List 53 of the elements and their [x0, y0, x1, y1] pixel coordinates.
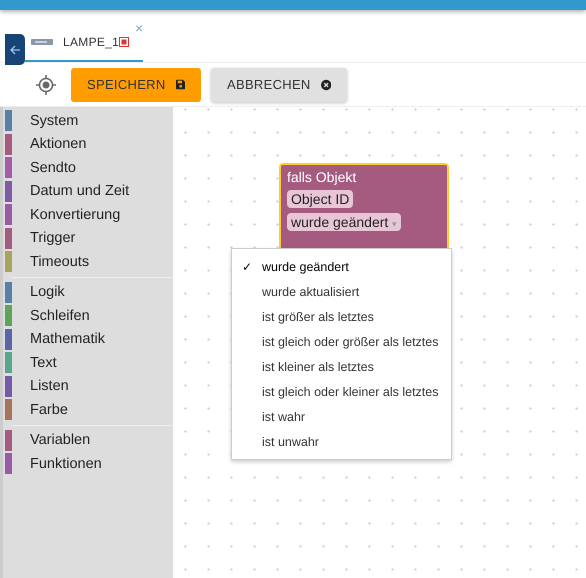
category-item[interactable]: Datum und Zeit	[3, 180, 173, 203]
save-button[interactable]: SPEICHERN	[71, 68, 201, 102]
menu-item[interactable]: wurde aktualisiert	[232, 279, 451, 304]
object-id-field[interactable]: Object ID	[287, 190, 354, 208]
category-item[interactable]: Variablen	[3, 428, 173, 452]
category-label: Logik	[30, 284, 65, 300]
category-label: Timeouts	[30, 254, 90, 270]
category-item[interactable]: Funktionen	[3, 452, 173, 476]
block-thumbnail-icon	[31, 38, 53, 46]
checkmark-icon: ✓	[232, 260, 262, 274]
category-item[interactable]: Trigger	[3, 226, 173, 250]
category-label: Trigger	[30, 230, 76, 246]
tab-label: LAMPE_1	[63, 35, 120, 49]
category-item[interactable]: Farbe	[3, 398, 173, 422]
category-item[interactable]: Konvertierung	[3, 203, 173, 226]
category-item[interactable]: Aktionen	[3, 132, 173, 156]
category-item[interactable]: Mathematik	[3, 328, 173, 351]
target-icon[interactable]	[36, 74, 56, 94]
category-item[interactable]: Listen	[3, 374, 173, 398]
category-label: Mathematik	[30, 331, 105, 348]
back-arrow-icon	[9, 44, 21, 56]
cancel-button[interactable]: ABBRECHEN	[211, 68, 347, 102]
category-item[interactable]: Sendto	[3, 156, 173, 180]
script-tab[interactable]: LAMPE_1 ×	[25, 24, 144, 62]
category-label: Sendto	[30, 160, 76, 176]
category-label: Funktionen	[30, 456, 102, 472]
menu-item[interactable]: ist gleich oder größer als letztes	[232, 329, 451, 354]
category-label: Datum und Zeit	[30, 183, 130, 200]
condition-dropdown[interactable]: wurde geändert ▾	[287, 213, 402, 231]
save-icon	[176, 79, 185, 90]
menu-item[interactable]: ✓ wurde geändert	[232, 254, 451, 279]
category-item[interactable]: Timeouts	[3, 250, 173, 274]
block-title: falls Objekt	[287, 169, 356, 185]
category-label: Farbe	[30, 402, 68, 418]
category-item[interactable]: Text	[3, 351, 173, 374]
menu-item[interactable]: ist gleich oder kleiner als letztes	[232, 379, 451, 404]
category-label: Text	[30, 354, 57, 371]
category-item[interactable]: System	[3, 109, 173, 132]
category-label: Listen	[30, 378, 69, 394]
cancel-icon	[320, 78, 331, 90]
menu-item[interactable]: ist kleiner als letztes	[232, 354, 451, 379]
menu-item[interactable]: ist größer als letztes	[232, 304, 451, 329]
stop-icon	[119, 37, 130, 47]
menu-item[interactable]: ist unwahr	[232, 429, 451, 454]
category-label: Schleifen	[30, 308, 90, 324]
category-label: System	[30, 112, 78, 129]
menu-item[interactable]: ist wahr	[232, 404, 451, 429]
category-item[interactable]: Schleifen	[3, 304, 173, 328]
category-label: Konvertierung	[30, 206, 120, 223]
category-label: Aktionen	[30, 136, 86, 152]
category-label: Variablen	[30, 432, 90, 448]
back-button[interactable]	[5, 34, 25, 65]
category-item[interactable]: Logik	[3, 280, 173, 304]
